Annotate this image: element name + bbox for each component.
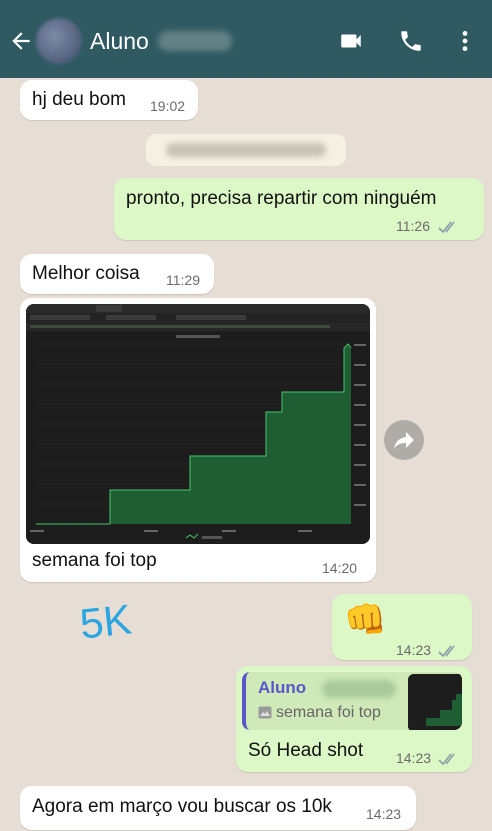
redacted-name	[158, 31, 232, 51]
image-caption: semana foi top	[32, 550, 157, 571]
message-time: 14:20	[322, 560, 358, 576]
message-text: hj deu bom	[32, 89, 127, 110]
reply-message-bubble[interactable]: Aluno semana foi top Só Head shot 14:23	[236, 666, 472, 772]
message-time: 14:23	[366, 806, 402, 822]
message-time: 14:23	[396, 750, 432, 766]
chat-header: Aluno	[0, 0, 492, 78]
message-bubble[interactable]: Melhor coisa 11:29	[20, 254, 214, 294]
contact-name[interactable]: Aluno	[90, 28, 149, 55]
message-time: 11:29	[166, 272, 200, 288]
more-vert-icon[interactable]	[452, 28, 478, 54]
quoted-message[interactable]: Aluno semana foi top	[242, 672, 462, 730]
handwritten-annotation: 5K	[77, 595, 134, 648]
redacted-name	[322, 680, 396, 698]
read-ticks-icon	[438, 221, 455, 234]
quote-author: Aluno	[258, 678, 307, 697]
forward-icon	[394, 432, 414, 449]
message-emoji: 👊	[344, 601, 387, 639]
message-bubble[interactable]: hj deu bom 19:02	[20, 80, 198, 120]
image-message-bubble[interactable]: semana foi top 14:20	[20, 298, 376, 582]
avatar[interactable]	[36, 18, 82, 64]
video-camera-icon[interactable]	[338, 28, 364, 54]
message-bubble[interactable]: pronto, precisa repartir com ninguém 11:…	[114, 178, 484, 240]
trading-platform-screenshot	[26, 304, 370, 544]
read-ticks-icon	[438, 753, 455, 766]
date-separator	[146, 134, 346, 166]
message-text: Agora em março vou buscar os 10k	[32, 796, 332, 817]
arrow-left-icon[interactable]	[8, 28, 34, 54]
message-bubble[interactable]: 👊 14:23	[332, 594, 472, 660]
message-time: 11:26	[396, 218, 430, 234]
message-bubble[interactable]: Agora em março vou buscar os 10k 14:23	[20, 786, 416, 830]
chat-area[interactable]: hj deu bom 19:02 pronto, precisa reparti…	[0, 78, 492, 831]
read-ticks-icon	[438, 645, 455, 658]
quote-text: semana foi top	[276, 704, 381, 721]
phone-icon[interactable]	[398, 28, 424, 54]
forward-button[interactable]	[384, 420, 424, 460]
message-text: Melhor coisa	[32, 263, 140, 284]
quote-thumbnail	[408, 674, 462, 730]
message-time: 19:02	[150, 98, 186, 114]
image-icon	[258, 706, 272, 719]
chart-screenshot-image[interactable]	[26, 304, 370, 544]
message-text: pronto, precisa repartir com ninguém	[126, 188, 437, 209]
redacted-text	[166, 143, 326, 157]
message-text: Só Head shot	[248, 740, 364, 761]
message-time: 14:23	[396, 642, 432, 658]
